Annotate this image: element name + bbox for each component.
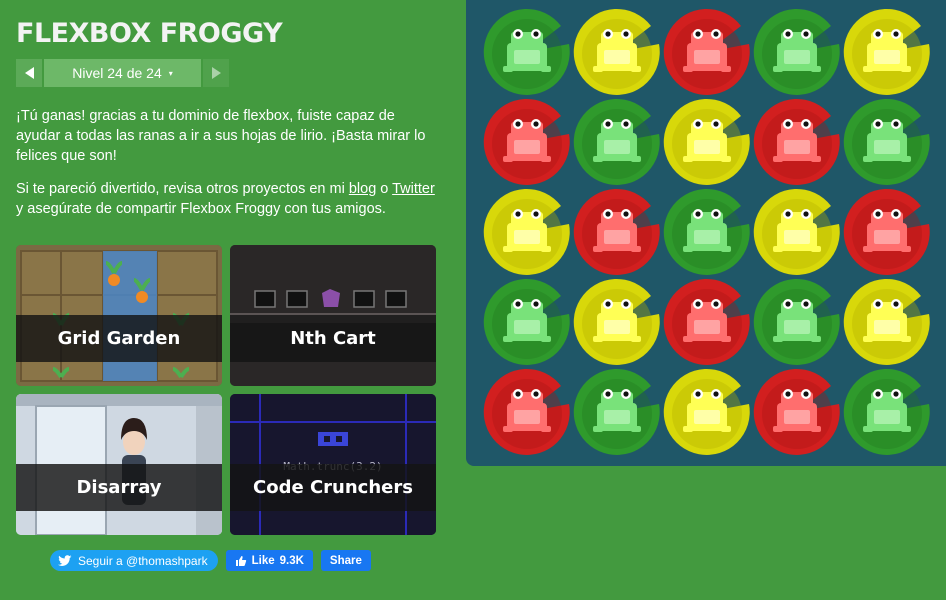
board-cell (571, 96, 663, 188)
previous-level-button[interactable] (16, 59, 42, 87)
twitter-follow-label: Seguir a @thomashpark (78, 553, 208, 568)
level-indicator-dropdown[interactable]: Nivel 24 de 24 ▾ (44, 59, 201, 87)
facebook-share-button[interactable]: Share (320, 550, 371, 571)
board-cell (481, 366, 573, 458)
board-cell (841, 6, 933, 98)
more-text-part3: y asegúrate de compartir Flexbox Froggy … (16, 201, 386, 217)
thumbs-up-icon (235, 555, 246, 566)
win-message: ¡Tú ganas! gracias a tu dominio de flexb… (16, 108, 426, 164)
arrow-left-icon (24, 67, 34, 79)
app-title: FLEXBOX FROGGY (16, 18, 283, 49)
facebook-like-count: 9.3K (279, 554, 304, 567)
project-card-grid-garden[interactable]: Grid Garden (16, 245, 222, 386)
board-cell (571, 186, 663, 278)
project-card-label: Code Crunchers (230, 464, 436, 511)
board-cell (481, 96, 573, 188)
board-cell (841, 186, 933, 278)
twitter-follow-button[interactable]: Seguir a @thomashpark (50, 550, 218, 571)
board-cell (841, 366, 933, 458)
project-card-label: Nth Cart (230, 315, 436, 362)
board-cell (571, 276, 663, 368)
more-text-part1: Si te pareció divertido, revisa otros pr… (16, 181, 349, 197)
board-cell (751, 276, 843, 368)
board-cell (661, 276, 753, 368)
caret-down-icon: ▾ (168, 68, 173, 78)
board-cell (841, 96, 933, 188)
project-card-nth-cart[interactable]: Nth Cart (230, 245, 436, 386)
board-cell (571, 366, 663, 458)
board-cell (841, 276, 933, 368)
board-cell (481, 186, 573, 278)
board-cell (751, 186, 843, 278)
blog-link[interactable]: blog (349, 181, 376, 197)
project-card-label: Grid Garden (16, 315, 222, 362)
project-card-label: Disarray (16, 464, 222, 511)
twitter-link[interactable]: Twitter (392, 181, 435, 197)
board-cell (571, 6, 663, 98)
facebook-share-label: Share (329, 554, 362, 567)
board-cell (661, 96, 753, 188)
board-cell (751, 366, 843, 458)
sidebar: FLEXBOX FROGGY Nivel 24 de 24 ▾ ¡Tú gana… (16, 0, 438, 535)
project-card-code-crunchers[interactable]: Math.trunc(3.2) Code Crunchers (230, 394, 436, 535)
facebook-like-button[interactable]: Like 9.3K (225, 550, 313, 571)
arrow-right-icon (211, 67, 221, 79)
board-cell (661, 186, 753, 278)
game-board (466, 0, 946, 466)
more-projects-message: Si te pareció divertido, revisa otros pr… (16, 179, 441, 219)
level-indicator-label: Nivel 24 de 24 (72, 65, 162, 81)
board-cell (751, 96, 843, 188)
facebook-like-label: Like (251, 554, 275, 567)
social-buttons: Seguir a @thomashpark Like 9.3K Share (50, 550, 371, 571)
project-card-disarray[interactable]: Disarray (16, 394, 222, 535)
more-text-part2: o (376, 181, 393, 197)
board-cell (751, 6, 843, 98)
board-cell (661, 366, 753, 458)
next-level-button[interactable] (203, 59, 229, 87)
level-navigation: Nivel 24 de 24 ▾ (16, 59, 229, 87)
board-cell (481, 6, 573, 98)
board-cell (481, 276, 573, 368)
board-cell (661, 6, 753, 98)
twitter-bird-icon (58, 554, 72, 566)
